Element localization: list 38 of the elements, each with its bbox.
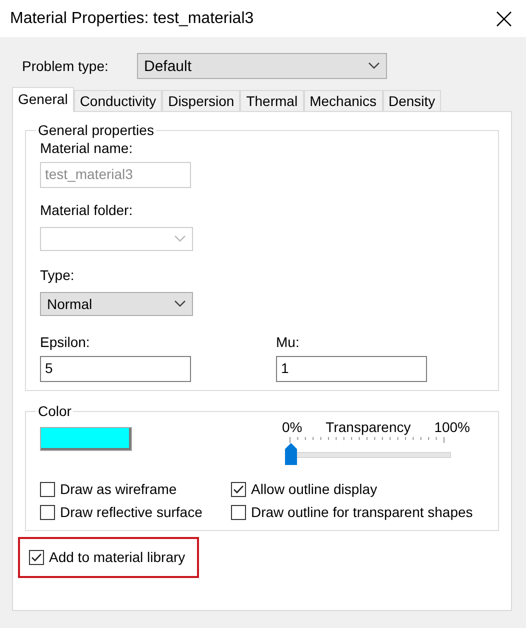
tab[interactable]: Conductivity — [74, 90, 162, 111]
caret-icon — [368, 62, 380, 70]
slider-thumb[interactable] — [285, 443, 297, 465]
mu-field[interactable]: 1 — [276, 356, 427, 382]
problem-type-dropdown[interactable]: Default — [137, 53, 387, 79]
caret-icon — [174, 235, 186, 243]
type-dropdown[interactable]: Normal — [40, 292, 193, 316]
group-title: General properties — [37, 122, 155, 138]
checkbox[interactable] — [231, 504, 246, 520]
field-label: Mu: — [276, 334, 300, 351]
checkbox-label: Add to material library — [49, 549, 186, 565]
tab[interactable]: Mechanics — [304, 90, 382, 111]
caret-icon — [174, 300, 186, 308]
checkbox-label: Allow outline display — [251, 481, 378, 497]
window-title: Material Properties: test_material3 — [10, 10, 254, 28]
tab[interactable]: Density — [382, 90, 442, 111]
checkbox[interactable] — [29, 550, 44, 564]
field-label: Material name: — [40, 140, 133, 157]
checkbox[interactable] — [40, 482, 55, 496]
problem-type-label: Problem type: — [22, 58, 110, 74]
checkbox-label: Draw reflective surface — [60, 504, 202, 520]
field-label: Type: — [40, 267, 74, 284]
field-label: Material folder: — [40, 202, 133, 219]
tab[interactable]: General — [12, 87, 74, 112]
checkbox[interactable] — [231, 482, 246, 496]
checkbox-label: Draw as wireframe — [60, 481, 177, 497]
close-icon[interactable] — [496, 10, 512, 26]
tab[interactable]: Thermal — [240, 90, 304, 111]
epsilon-field[interactable]: 5 — [40, 356, 191, 382]
group-title: Color — [37, 403, 72, 419]
field-label: Epsilon: — [40, 334, 91, 351]
slider-max-label: 100% — [434, 419, 470, 435]
checkbox[interactable] — [40, 504, 55, 520]
tab[interactable]: Dispersion — [162, 90, 240, 111]
color-swatch-button[interactable] — [40, 427, 132, 451]
slider-min-label: 0% — [282, 419, 302, 435]
checkbox-label: Draw outline for transparent shapes — [251, 504, 473, 520]
slider-label: Transparency — [326, 419, 411, 435]
